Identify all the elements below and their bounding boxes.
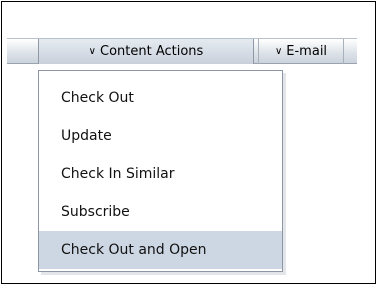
menu-item-check-out[interactable]: Check Out <box>39 79 282 117</box>
menu-item-check-out-and-open[interactable]: Check Out and Open <box>39 231 282 269</box>
email-button[interactable]: ∨ E-mail <box>258 39 344 64</box>
content-actions-menu: Check Out Update Check In Similar Subscr… <box>38 70 283 272</box>
content-actions-button[interactable]: ∨ Content Actions <box>38 39 254 64</box>
content-actions-label: Content Actions <box>100 44 204 59</box>
email-label: E-mail <box>286 44 328 59</box>
menu-item-update[interactable]: Update <box>39 117 282 155</box>
chevron-down-icon: ∨ <box>274 46 283 57</box>
menu-item-check-in-similar[interactable]: Check In Similar <box>39 155 282 193</box>
chevron-down-icon: ∨ <box>88 46 96 57</box>
toolbar: ∨ Content Actions ∨ E-mail <box>7 38 357 64</box>
menu-item-subscribe[interactable]: Subscribe <box>39 193 282 231</box>
